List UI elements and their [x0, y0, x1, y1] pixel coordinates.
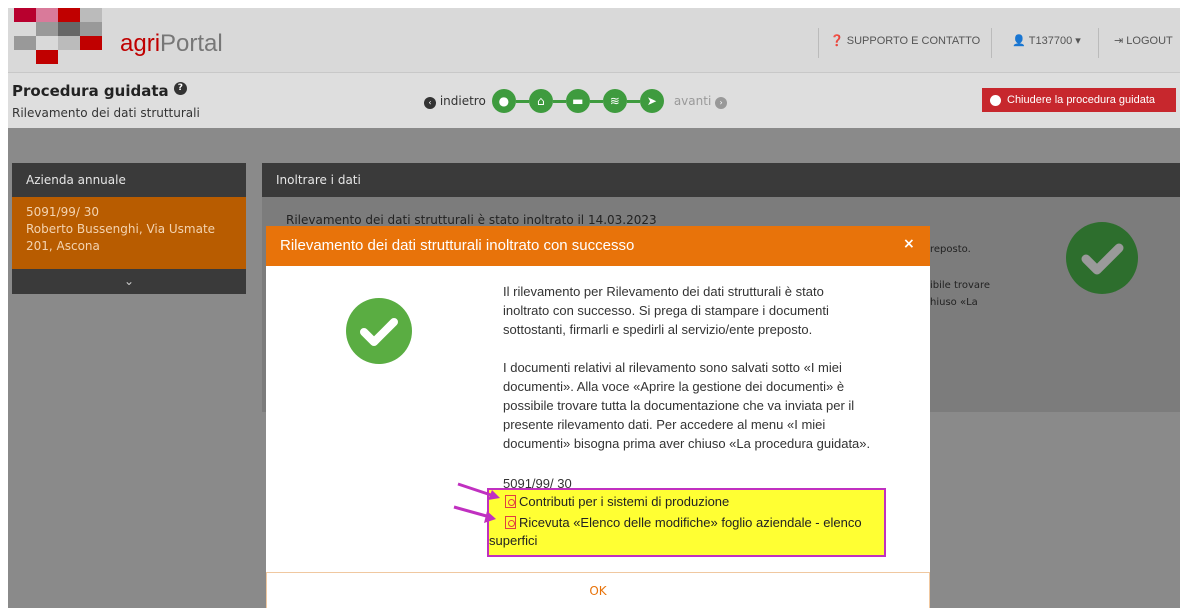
logo-square: [80, 22, 102, 36]
close-procedure-button[interactable]: Chiudere la procedura guidata: [982, 88, 1176, 112]
step-connector: [552, 99, 566, 103]
step-send-icon[interactable]: ➤: [639, 89, 664, 113]
step-cow-icon[interactable]: ▬: [565, 89, 590, 113]
step-home-icon[interactable]: ⌂: [528, 89, 553, 113]
success-check-icon: [1066, 222, 1138, 294]
annual-farm-title: Azienda annuale: [12, 163, 246, 197]
logout-link[interactable]: ⇥ LOGOUT: [1114, 8, 1173, 73]
agriportal-logo[interactable]: agriPortal: [120, 30, 223, 58]
logo-square: [80, 8, 102, 22]
modal-close-button[interactable]: ×: [903, 236, 915, 252]
user-menu[interactable]: 👤 T137700 ▾: [1012, 8, 1081, 73]
help-icon[interactable]: ?: [173, 82, 187, 95]
step-connector: [626, 99, 640, 103]
background-text: hiuso «La: [930, 297, 978, 308]
success-check-icon: [346, 298, 412, 364]
logo-square: [14, 8, 36, 22]
expand-button[interactable]: ⌄: [12, 269, 246, 294]
logo-square: [80, 36, 102, 50]
page-subtitle: Rilevamento dei dati strutturali: [12, 106, 200, 120]
user-icon: 👤: [1012, 35, 1029, 47]
stop-icon: [990, 94, 1001, 106]
chevron-right-icon: ›: [715, 96, 728, 109]
modal-title: Rilevamento dei dati strutturali inoltra…: [266, 226, 930, 266]
logo-square: [58, 36, 80, 50]
annual-farm-info[interactable]: 5091/99/ 30 Roberto Bussenghi, Via Usmat…: [12, 197, 246, 269]
forward-button: avanti ›: [674, 94, 728, 109]
question-circle-icon: ❓: [830, 35, 847, 47]
submit-data-title: Inoltrare i dati: [262, 163, 1180, 197]
annotation-arrow: [453, 505, 496, 523]
logo-square: [36, 8, 58, 22]
logo-square: [58, 22, 80, 36]
back-button[interactable]: ‹ indietro: [424, 94, 486, 109]
chevron-down-icon: ⌄: [123, 274, 135, 288]
document-link-production-systems[interactable]: Contributi per i sistemi di produzione: [505, 493, 729, 511]
ok-button[interactable]: OK: [266, 572, 930, 608]
chevron-left-icon: ‹: [424, 96, 436, 109]
step-user-icon[interactable]: ●: [491, 89, 516, 113]
modal-paragraph-1: Il rilevamento per Rilevamento dei dati …: [503, 284, 829, 337]
document-link-receipt[interactable]: Ricevuta «Elenco delle modifiche» foglio…: [505, 514, 862, 532]
logo-square: [36, 22, 58, 36]
document-link-receipt-continued[interactable]: superfici: [489, 532, 537, 550]
logo-square: [36, 50, 58, 64]
pdf-icon: [505, 495, 516, 508]
caret-down-icon: ▾: [1072, 35, 1081, 47]
background-text: ibile trovare: [930, 280, 991, 291]
step-layers-icon[interactable]: ≋: [602, 89, 627, 113]
submitted-heading: Rilevamento dei dati strutturali è stato…: [286, 213, 657, 227]
logout-icon: ⇥: [1114, 35, 1127, 47]
page-title: Procedura guidata ?: [12, 82, 187, 100]
support-link[interactable]: ❓ SUPPORTO E CONTATTO: [830, 8, 980, 73]
wizard-steps: ‹ indietro ● ⌂ ▬ ≋ ➤ avanti ›: [424, 88, 728, 114]
logo-square: [58, 8, 80, 22]
pdf-icon: [505, 516, 516, 529]
annotation-arrow: [457, 482, 500, 500]
background-text: reposto.: [930, 244, 971, 255]
modal-paragraph-2: I documenti relativi al rilevamento sono…: [503, 360, 871, 451]
farm-id: 5091/99/ 30: [503, 476, 572, 491]
step-connector: [589, 99, 603, 103]
step-connector: [515, 99, 529, 103]
top-header: agriPortal ❓ SUPPORTO E CONTATTO 👤 T1377…: [8, 8, 1180, 73]
logo-square: [14, 36, 36, 50]
